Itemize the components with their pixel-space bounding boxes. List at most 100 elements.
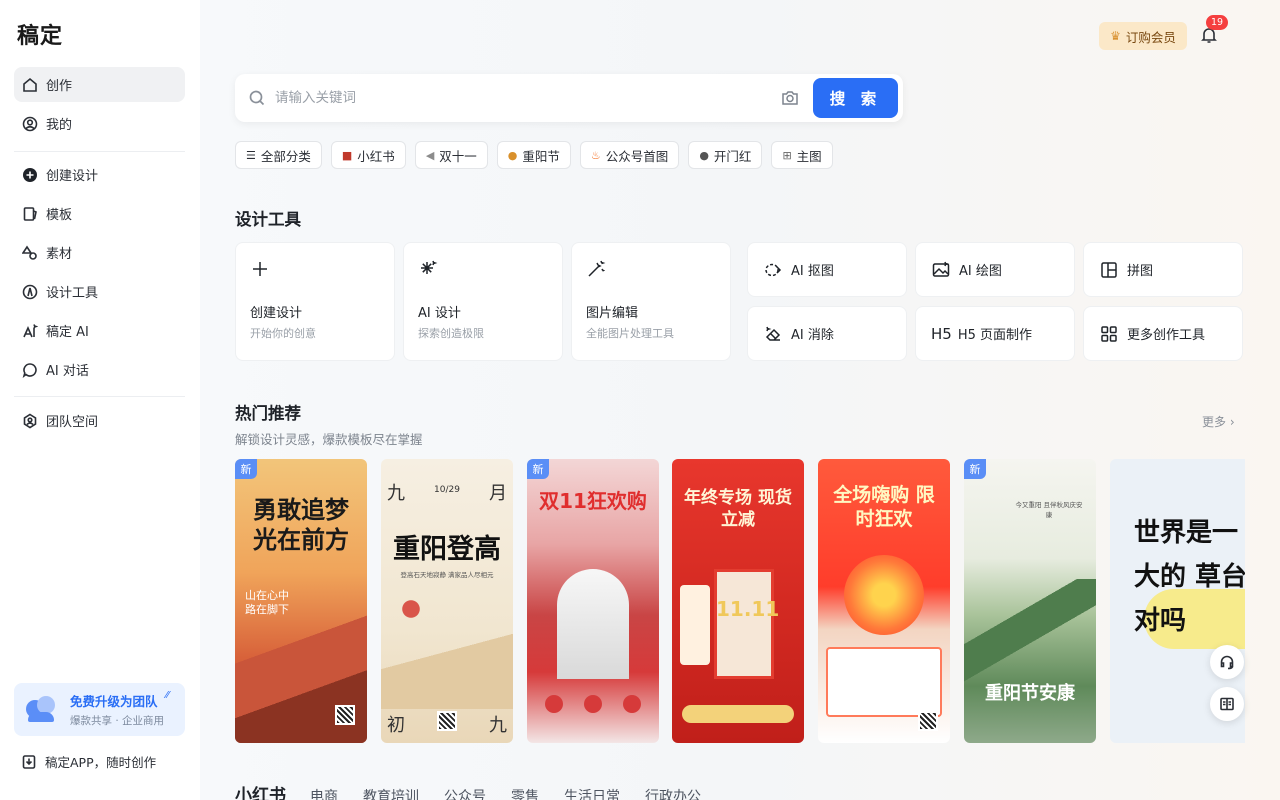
chip-label: 主图	[796, 148, 822, 164]
app-logo[interactable]: 稿定	[17, 18, 63, 50]
app-download-link[interactable]: 稿定APP，随时创作	[22, 752, 156, 771]
sidebar-panel-button[interactable]	[1210, 687, 1244, 721]
customer-support-button[interactable]	[1210, 645, 1244, 679]
book-open-icon	[1220, 697, 1234, 711]
template-card[interactable]: 九 月 10/29 重阳登高 登高石天地寂静 满家品人尽相元 初 九	[381, 459, 513, 743]
search-button[interactable]: 搜 索	[813, 78, 898, 118]
tool-collage[interactable]: 拼图	[1083, 242, 1243, 297]
template-card[interactable]: 新 双11狂欢购	[527, 459, 659, 743]
ball-icon: ●	[699, 148, 709, 162]
card-text: 今又重阳 且伴秋风庆安康	[1015, 501, 1083, 519]
tool-label: AI 绘图	[959, 264, 1002, 279]
chip-label: 重阳节	[522, 148, 560, 164]
tab-retail[interactable]: 零售	[511, 786, 539, 800]
cookie-icon: ●	[507, 148, 518, 162]
chip-double-eleven[interactable]: ◀ 双十一	[414, 141, 488, 169]
tab-wechat[interactable]: 公众号	[444, 786, 486, 800]
tool-label: AI 抠图	[791, 264, 834, 279]
magic-star-icon	[418, 259, 438, 279]
tool-ai-drawing[interactable]: AI 绘图	[915, 242, 1075, 297]
template-card[interactable]: 新 今又重阳 且伴秋风庆安康 重阳节安康	[964, 459, 1096, 743]
ai-sparkle-icon	[22, 323, 38, 339]
sidebar-item-label: 稿定 AI	[46, 325, 89, 340]
user-circle-icon	[22, 116, 38, 132]
card-text: 11.11	[716, 597, 780, 621]
tool-ai-design[interactable]: AI 设计 探索创造极限	[403, 242, 563, 361]
new-badge: 新	[527, 459, 549, 479]
hot-subtitle: 解锁设计灵感，爆款模板尽在掌握	[235, 432, 423, 447]
template-carousel: 新 勇敢追梦 光在前方 山在心中 路在脚下 九 月 10/29 重阳登高 登高石…	[235, 459, 1245, 743]
bottom-category-tabs: 小红书 电商 教育培训 公众号 零售 生活日常 行政办公	[235, 781, 726, 800]
card-text-line: 山在心中	[245, 589, 289, 602]
sidebar-item-design-tools[interactable]: 设计工具	[14, 274, 185, 309]
tab-education[interactable]: 教育培训	[363, 786, 419, 800]
footer-bar	[682, 705, 794, 723]
tab-daily-life[interactable]: 生活日常	[564, 786, 620, 800]
tool-title: 图片编辑	[586, 306, 639, 321]
chip-label: 开门红	[713, 148, 752, 164]
category-chips: ☰ 全部分类 ■ 小红书 ◀ 双十一 ● 重阳节 ♨ 公众号首图 ● 开门红 ⊞ 主图	[235, 141, 833, 169]
new-badge: 新	[964, 459, 986, 479]
team-icon	[22, 413, 38, 429]
search-icon	[249, 90, 265, 106]
sidebar-item-create[interactable]: 创作	[14, 67, 185, 102]
chip-label: 双十一	[439, 148, 477, 164]
sidebar-item-assets[interactable]: 素材	[14, 235, 185, 270]
mountain-illustration	[381, 619, 513, 709]
sidebar-item-mine[interactable]: 我的	[14, 106, 185, 141]
tool-create-design[interactable]: 创建设计 开始你的创意	[235, 242, 395, 361]
tool-ai-erase[interactable]: AI 消除	[747, 306, 907, 361]
tool-ai-cutout[interactable]: AI 抠图	[747, 242, 907, 297]
megaphone-icon: ◀	[425, 148, 435, 162]
template-card[interactable]: 全场嗨购 限时狂欢	[818, 459, 950, 743]
chip-main-image[interactable]: ⊞ 主图	[771, 141, 833, 169]
qr-code	[335, 705, 355, 725]
card-text-line: 路在脚下	[245, 603, 289, 616]
template-icon	[22, 206, 38, 222]
upgrade-team-banner[interactable]: 免费升级为团队 爆款共享 · 企业商用 ⁄⁄	[14, 683, 185, 736]
design-tools-title: 设计工具	[235, 210, 301, 229]
camera-icon[interactable]	[781, 89, 799, 107]
tool-more[interactable]: 更多创作工具	[1083, 306, 1243, 361]
sidebar-item-templates[interactable]: 模板	[14, 196, 185, 231]
sidebar-item-label: 创作	[46, 79, 73, 94]
mountain-illustration	[964, 579, 1096, 689]
chat-bubble-icon	[22, 362, 38, 378]
sidebar-item-gaoding-ai[interactable]: 稿定 AI	[14, 313, 185, 348]
card-text: 九	[489, 715, 507, 736]
tool-h5-page[interactable]: H5 H5 页面制作	[915, 306, 1075, 361]
tool-label: 更多创作工具	[1127, 328, 1206, 343]
chip-all-categories[interactable]: ☰ 全部分类	[235, 141, 322, 169]
sidebar-item-ai-chat[interactable]: AI 对话	[14, 352, 185, 387]
doorway-illustration	[714, 569, 774, 679]
tab-xiaohongshu[interactable]: 小红书	[235, 781, 286, 800]
chip-label: 全部分类	[260, 148, 311, 164]
basket-illustration	[844, 555, 924, 635]
card-title: 重阳节安康	[985, 683, 1075, 704]
sidebar: 稿定 创作 我的 创建设计 模板 素材 设计工具 稿定 AI AI 对话 团队空…	[0, 0, 200, 800]
sidebar-item-team-space[interactable]: 团队空间	[14, 403, 185, 438]
chip-xiaohongshu[interactable]: ■ 小红书	[330, 141, 406, 169]
tool-label: H5 页面制作	[957, 328, 1033, 343]
template-card[interactable]: 年终专场 现货立减 11.11	[672, 459, 804, 743]
tab-admin-office[interactable]: 行政办公	[645, 786, 701, 800]
chip-chongyang[interactable]: ● 重阳节	[496, 141, 571, 169]
card-text: 登高石天地寂静 满家品人尽相元	[400, 571, 494, 579]
tab-ecommerce[interactable]: 电商	[310, 786, 338, 800]
template-card[interactable]: 新 勇敢追梦 光在前方 山在心中 路在脚下	[235, 459, 367, 743]
qr-code	[437, 711, 457, 731]
tool-title: 创建设计	[250, 306, 303, 321]
card-text: 初	[387, 715, 405, 736]
chip-wechat-cover[interactable]: ♨ 公众号首图	[579, 141, 680, 169]
search-input[interactable]	[275, 90, 755, 106]
grid-icon	[1099, 324, 1119, 344]
chip-kaimenhong[interactable]: ● 开门红	[688, 141, 763, 169]
sidebar-item-create-design[interactable]: 创建设计	[14, 157, 185, 192]
subscribe-vip-button[interactable]: ♛ 订购会员	[1099, 22, 1187, 50]
tool-title: AI 设计	[418, 306, 461, 321]
main-content: ♛ 订购会员 19 搜 索 ☰ 全部分类 ■ 小红书 ◀ 双十一 ● 重阳节 ♨ 公众号首…	[200, 0, 1280, 800]
tool-image-edit[interactable]: 图片编辑 全能图片处理工具	[571, 242, 731, 361]
vip-label: 订购会员	[1125, 29, 1176, 45]
more-link[interactable]: 更多 ›	[1202, 413, 1235, 430]
notification-badge: 19	[1206, 15, 1229, 30]
